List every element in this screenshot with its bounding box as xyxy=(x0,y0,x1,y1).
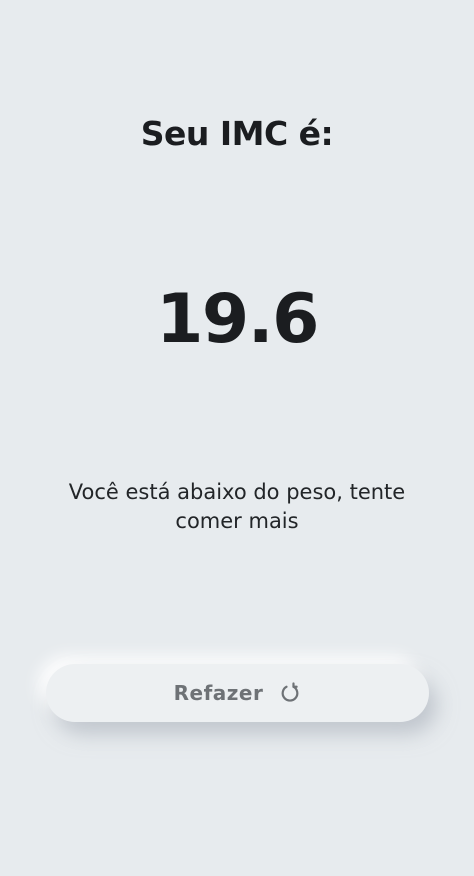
refresh-icon xyxy=(279,682,301,704)
redo-button[interactable]: Refazer xyxy=(46,664,429,722)
redo-button-label: Refazer xyxy=(173,681,264,705)
result-message: Você está abaixo do peso, tente comer ma… xyxy=(68,480,406,533)
bmi-result-screen: Seu IMC é: 19.6 Você está abaixo do peso… xyxy=(0,0,474,876)
bmi-value: 19.6 xyxy=(156,280,319,359)
result-title: Seu IMC é: xyxy=(140,114,334,153)
